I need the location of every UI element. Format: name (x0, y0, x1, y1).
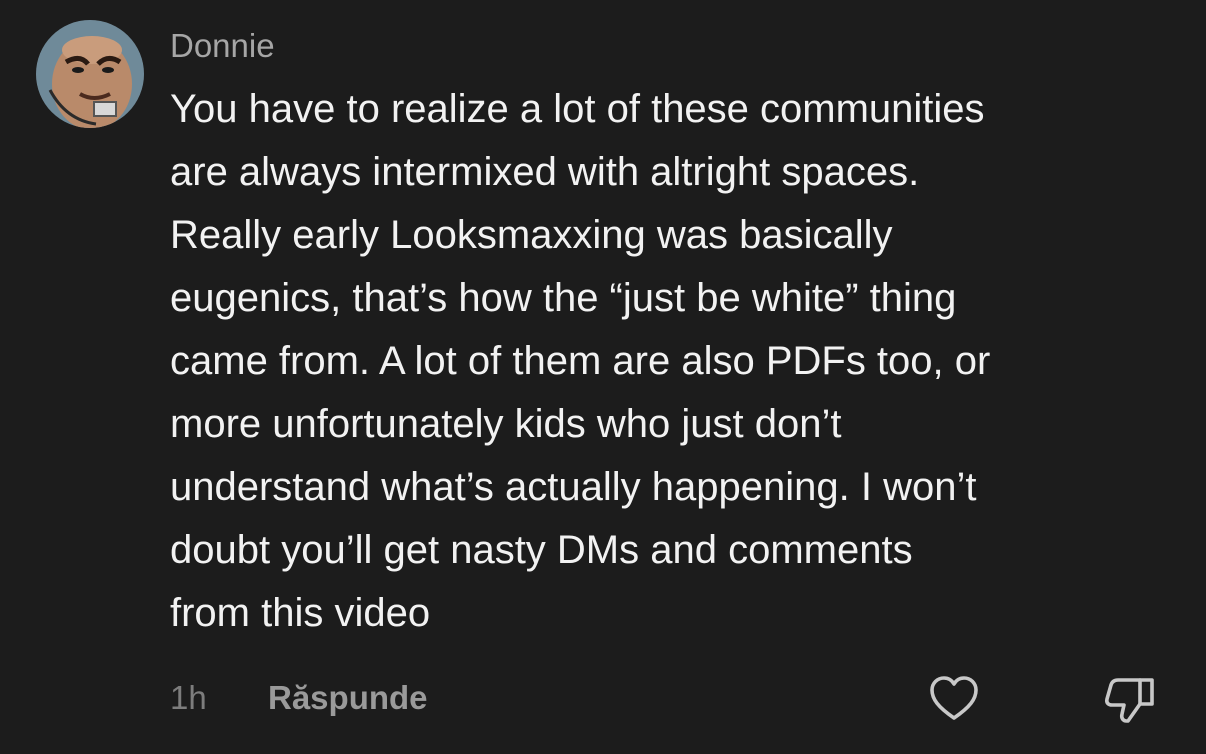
comment-text-line: You have to realize a lot of these commu… (170, 87, 985, 131)
cartoon-avatar-icon (36, 20, 144, 128)
comment-text-line: came from. A lot of them are also PDFs t… (170, 339, 991, 383)
comment-text-line: are always intermixed with altright spac… (170, 150, 920, 194)
like-button[interactable] (928, 674, 980, 724)
comment-text-line: eugenics, that’s how the “just be white”… (170, 276, 957, 320)
comment-username[interactable]: Donnie (170, 26, 275, 66)
dislike-button[interactable] (1102, 674, 1156, 724)
comment-timestamp: 1h (170, 679, 207, 716)
comment-text-line: Really early Looksmaxxing was basically (170, 213, 893, 257)
comment-text-line: understand what’s actually happening. I … (170, 465, 977, 509)
comment-text-line: from this video (170, 591, 431, 635)
reply-button[interactable]: Răspunde (268, 678, 428, 718)
comment-text-line: doubt you’ll get nasty DMs and comments (170, 528, 913, 572)
comment-text-line: more unfortunately kids who just don’t (170, 402, 842, 446)
thumbs-down-icon (1104, 678, 1154, 723)
heart-icon (930, 676, 978, 720)
comment-footer: 1h Răspunde (170, 674, 1170, 724)
avatar[interactable] (36, 20, 144, 128)
comment-text: You have to realize a lot of these commu… (170, 78, 1180, 645)
comment-item: Donnie You have to realize a lot of thes… (0, 0, 1206, 754)
